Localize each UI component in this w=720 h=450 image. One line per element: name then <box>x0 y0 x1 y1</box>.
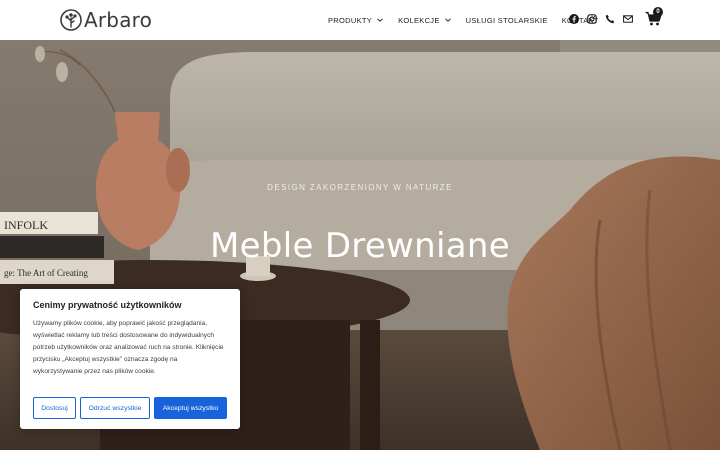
cookie-description: Używamy plików cookie, aby poprawić jako… <box>33 320 224 375</box>
site-header: Arbaro PRODUKTY KOLEKCJE USŁUGI STOLARSK… <box>0 0 720 40</box>
tree-logo-icon <box>60 9 82 31</box>
cart-count-badge: 0 <box>653 7 663 17</box>
customize-button[interactable]: Dostosuj <box>33 397 76 419</box>
facebook-icon[interactable] <box>568 13 579 24</box>
nav-item-uslugi-stolarskie[interactable]: USŁUGI STOLARSKIE <box>466 16 548 25</box>
phone-icon[interactable] <box>604 13 615 24</box>
reject-all-button[interactable]: Odrzuć wszystkie <box>80 397 150 419</box>
cookie-title: Cenimy prywatność użytkowników <box>33 300 182 310</box>
accept-all-button[interactable]: Akceptuj wszystko <box>154 397 227 419</box>
nav-item-label: KOLEKCJE <box>398 15 440 25</box>
instagram-icon[interactable] <box>586 13 597 24</box>
main-nav: PRODUKTY KOLEKCJE USŁUGI STOLARSKIE KONT… <box>328 0 599 40</box>
hero-title: Meble Drewniane <box>210 226 510 266</box>
book-spine-label: ge: The Art of Creating <box>4 268 88 278</box>
nav-item-produkty[interactable]: PRODUKTY <box>328 16 384 25</box>
cookie-consent-banner: Cenimy prywatność użytkowników Używamy p… <box>20 289 240 429</box>
nav-item-label: USŁUGI STOLARSKIE <box>465 15 548 25</box>
chevron-down-icon <box>444 18 451 22</box>
cookie-actions: Dostosuj Odrzuć wszystkie Akceptuj wszys… <box>33 397 227 419</box>
nav-item-label: PRODUKTY <box>328 15 373 25</box>
nav-item-kolekcje[interactable]: KOLEKCJE <box>398 16 452 25</box>
mail-icon[interactable] <box>622 13 633 24</box>
hero-subtitle: DESIGN ZAKORZENIONY W NATURZE <box>267 183 453 192</box>
brand-name: Arbaro <box>84 8 153 32</box>
chevron-down-icon <box>377 18 383 22</box>
logo[interactable]: Arbaro <box>60 8 152 32</box>
social-links <box>568 13 640 24</box>
